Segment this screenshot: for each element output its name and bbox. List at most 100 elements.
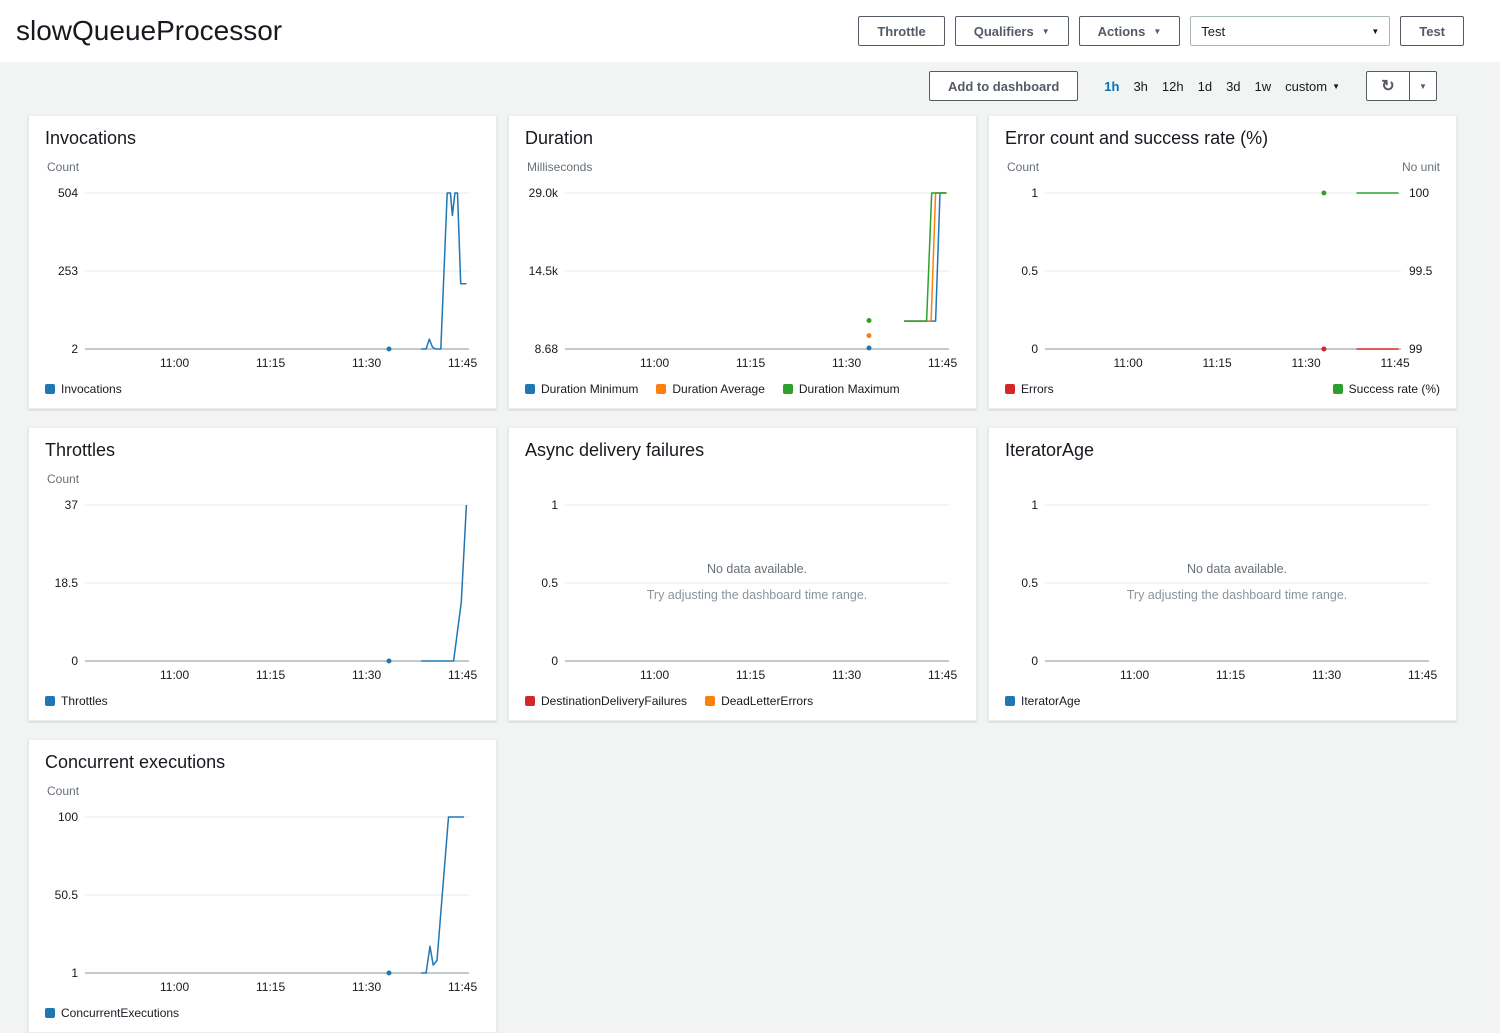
x-tick-label: 11:00: [640, 668, 669, 682]
refresh-icon: ↻: [1381, 76, 1394, 96]
async-delivery-failures-plot[interactable]: 10.5011:0011:1511:3011:45No data availab…: [525, 465, 962, 687]
duration-series-2-point: [867, 318, 872, 323]
add-to-dashboard-label: Add to dashboard: [948, 79, 1059, 94]
x-tick-label: 11:00: [160, 668, 189, 682]
actions-button[interactable]: Actions ▼: [1079, 16, 1181, 46]
test-event-select[interactable]: Test ▼: [1190, 16, 1390, 46]
metric-card-invocations: InvocationsCount504253211:0011:1511:3011…: [28, 115, 497, 409]
header-actions: Throttle Qualifiers ▼ Actions ▼ Test ▼ T…: [858, 16, 1464, 46]
legend-label: Invocations: [61, 382, 122, 396]
x-tick-label: 11:00: [640, 356, 669, 370]
invocations-series-0-point: [387, 347, 392, 352]
y-axis-unit-left: Count: [47, 784, 80, 798]
legend-item-concurrent-executions-0[interactable]: ConcurrentExecutions: [45, 1006, 179, 1020]
x-tick-label: 11:15: [736, 356, 765, 370]
y-tick-label-left: 0.5: [1021, 264, 1038, 278]
x-tick-label: 11:45: [1408, 668, 1437, 682]
y-tick-label-left: 37: [65, 498, 79, 512]
legend-swatch-icon: [45, 696, 55, 706]
duration-plot[interactable]: Milliseconds29.0k14.5k8.6811:0011:1511:3…: [525, 153, 962, 375]
metric-card-throttles: ThrottlesCount3718.5011:0011:1511:3011:4…: [28, 427, 497, 721]
y-tick-label-right: 99: [1409, 342, 1423, 356]
concurrent-executions-plot[interactable]: Count10050.5111:0011:1511:3011:45: [45, 777, 482, 999]
test-button[interactable]: Test: [1400, 16, 1464, 46]
y-tick-label-left: 0: [1031, 342, 1038, 356]
qualifiers-button[interactable]: Qualifiers ▼: [955, 16, 1069, 46]
y-tick-label-left: 504: [58, 186, 78, 200]
x-tick-label: 11:15: [736, 668, 765, 682]
legend-swatch-icon: [1333, 384, 1343, 394]
legend-swatch-icon: [525, 384, 535, 394]
chevron-down-icon: ▼: [1332, 83, 1340, 91]
y-tick-label-left: 50.5: [55, 888, 79, 902]
test-event-value: Test: [1201, 24, 1225, 39]
y-tick-label-left: 14.5k: [529, 264, 559, 278]
time-range-3d[interactable]: 3d: [1226, 79, 1240, 94]
y-tick-label-right: 99.5: [1409, 264, 1433, 278]
refresh-options-button[interactable]: ▼: [1410, 71, 1437, 101]
iterator-age-plot[interactable]: 10.5011:0011:1511:3011:45No data availab…: [1005, 465, 1442, 687]
x-tick-label: 11:00: [160, 980, 189, 994]
metric-card-async-delivery-failures: Async delivery failures10.5011:0011:1511…: [508, 427, 977, 721]
duration-series-0-line: [904, 193, 946, 321]
legend-label: Duration Maximum: [799, 382, 900, 396]
chart-legend-throttles: Throttles: [45, 694, 480, 708]
x-tick-label: 11:30: [1312, 668, 1341, 682]
legend-item-duration-2[interactable]: Duration Maximum: [783, 382, 900, 396]
chart-legend-iterator-age: IteratorAge: [1005, 694, 1440, 708]
time-range-custom[interactable]: custom ▼: [1285, 79, 1340, 94]
throttles-plot[interactable]: Count3718.5011:0011:1511:3011:45: [45, 465, 482, 687]
no-data-hint: Try adjusting the dashboard time range.: [647, 588, 868, 602]
charts-grid: InvocationsCount504253211:0011:1511:3011…: [28, 115, 1457, 1033]
x-tick-label: 11:45: [448, 356, 477, 370]
chart-title-concurrent-executions: Concurrent executions: [45, 752, 480, 773]
add-to-dashboard-button[interactable]: Add to dashboard: [929, 71, 1078, 101]
error-count-success-rate-plot[interactable]: CountNo unit10.5010099.59911:0011:1511:3…: [1005, 153, 1442, 375]
legend-item-async-delivery-failures-0[interactable]: DestinationDeliveryFailures: [525, 694, 687, 708]
time-range-3h[interactable]: 3h: [1133, 79, 1147, 94]
x-tick-label: 11:00: [1114, 356, 1143, 370]
page-title: slowQueueProcessor: [16, 15, 282, 47]
time-range-1w[interactable]: 1w: [1255, 79, 1272, 94]
legend-item-invocations-0[interactable]: Invocations: [45, 382, 122, 396]
throttle-label: Throttle: [877, 24, 925, 39]
legend-item-duration-0[interactable]: Duration Minimum: [525, 382, 638, 396]
legend-swatch-icon: [705, 696, 715, 706]
time-range-1h[interactable]: 1h: [1104, 79, 1119, 94]
legend-item-throttles-0[interactable]: Throttles: [45, 694, 108, 708]
legend-item-iterator-age-0[interactable]: IteratorAge: [1005, 694, 1080, 708]
time-range-12h[interactable]: 12h: [1162, 79, 1184, 94]
throttle-button[interactable]: Throttle: [858, 16, 944, 46]
y-tick-label-left: 0: [71, 654, 78, 668]
x-tick-label: 11:00: [160, 356, 189, 370]
legend-item-error-count-success-rate-1[interactable]: Success rate (%): [1333, 382, 1440, 396]
legend-item-async-delivery-failures-1[interactable]: DeadLetterErrors: [705, 694, 813, 708]
x-tick-label: 11:15: [256, 668, 285, 682]
legend-swatch-icon: [1005, 384, 1015, 394]
legend-swatch-icon: [783, 384, 793, 394]
chart-title-async-delivery-failures: Async delivery failures: [525, 440, 960, 461]
x-tick-label: 11:45: [928, 356, 957, 370]
x-tick-label: 11:30: [352, 668, 381, 682]
time-range-1d[interactable]: 1d: [1198, 79, 1212, 94]
y-tick-label-left: 0.5: [1021, 576, 1038, 590]
y-axis-unit-left: Count: [47, 160, 80, 174]
y-axis-unit-right: No unit: [1402, 160, 1441, 174]
legend-swatch-icon: [45, 1008, 55, 1018]
y-tick-label-left: 0: [551, 654, 558, 668]
error-count-success-rate-series-1-point: [1321, 191, 1326, 196]
x-tick-label: 11:15: [1216, 668, 1245, 682]
x-tick-label: 11:30: [352, 980, 381, 994]
legend-label: ConcurrentExecutions: [61, 1006, 179, 1020]
legend-label: Duration Minimum: [541, 382, 638, 396]
y-tick-label-left: 1: [1031, 186, 1038, 200]
legend-item-duration-1[interactable]: Duration Average: [656, 382, 765, 396]
no-data-hint: Try adjusting the dashboard time range.: [1127, 588, 1348, 602]
page-header: slowQueueProcessor Throttle Qualifiers ▼…: [0, 0, 1500, 62]
invocations-plot[interactable]: Count504253211:0011:1511:3011:45: [45, 153, 482, 375]
refresh-button[interactable]: ↻: [1366, 71, 1410, 101]
legend-label: Success rate (%): [1349, 382, 1440, 396]
y-tick-label-left: 2: [71, 342, 78, 356]
legend-item-error-count-success-rate-0[interactable]: Errors: [1005, 382, 1054, 396]
x-tick-label: 11:15: [256, 980, 285, 994]
